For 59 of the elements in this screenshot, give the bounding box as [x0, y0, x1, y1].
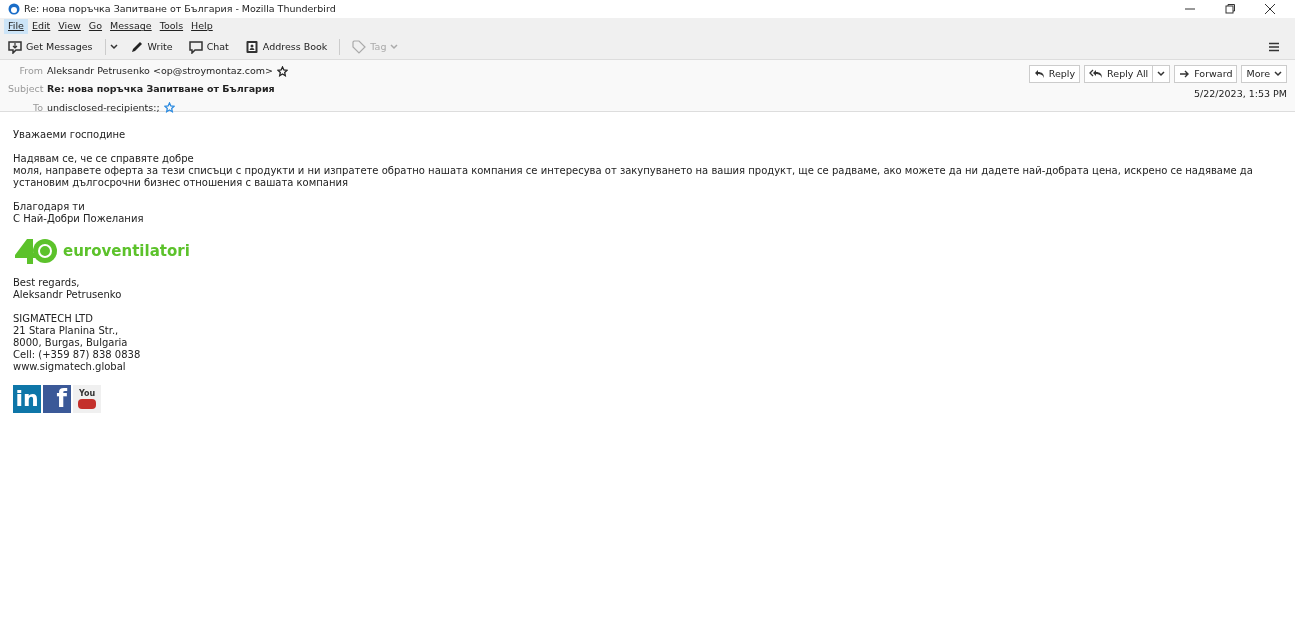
star-icon[interactable] [163, 102, 175, 114]
menu-item[interactable]: View [54, 19, 85, 34]
signature-text: 21 Stara Planina Str., [13, 325, 120, 337]
subject-text: Re: нова поръчка Запитване от България [47, 82, 275, 97]
caret-icon [1157, 71, 1166, 77]
menu-icon[interactable] [1269, 42, 1279, 52]
caret-icon [1274, 71, 1282, 77]
menu-item[interactable]: Help [187, 19, 217, 34]
message-text: моля, направете оферта за тези списъци с продукти и ни изпратете обратно нашата компания се интересува от закупуването на вашия продукт, ще се радваме, ако можете да ни дадете най-добрата цена, искрено се надяваме да установим дългосрочни бизнес отношения с вашата компания [13, 165, 1254, 189]
toolbar-button[interactable]: Write [125, 39, 177, 55]
signature-text: Aleksandr Petrusenko [13, 289, 123, 301]
reply-all-dropdown[interactable] [1153, 65, 1171, 83]
star-icon[interactable] [276, 65, 288, 77]
signature-text: Best regards, [13, 277, 81, 289]
caret-icon [390, 44, 399, 50]
menu-item[interactable]: Message [106, 19, 156, 34]
close-icon[interactable] [1265, 4, 1275, 14]
message-text: Уважаеми господине [13, 129, 127, 141]
field-label: From [18, 64, 43, 78]
tag-icon [352, 40, 367, 54]
field-label: Subject [8, 82, 43, 97]
field-label: To [32, 100, 43, 115]
message-text: С Най-Добри Пожелания [13, 213, 145, 225]
linkedin-logo[interactable]: in [13, 385, 41, 413]
signature-text: www.sigmatech.global [13, 361, 127, 373]
toolbar-button[interactable]: Get Messages [4, 39, 97, 55]
reply-arrow-icon [1033, 69, 1045, 79]
maximize-icon[interactable] [1225, 4, 1235, 14]
toolbar-button[interactable]: Chat [184, 39, 233, 55]
window-title: Re: нова поръчка Запитване от България - Mozilla Thunderbird [24, 1, 336, 16]
facebook-logo[interactable]: f [43, 385, 71, 413]
message-date: 5/22/2023, 1:53 PM [1193, 87, 1287, 101]
menu-item[interactable]: Tools [155, 19, 188, 34]
fan-logo-icon [13, 237, 59, 265]
reply-all-arrow-icon [1089, 69, 1104, 79]
forward-arrow-icon [1179, 69, 1191, 79]
download-bubble-icon [8, 40, 22, 54]
menu-item[interactable]: Edit [27, 19, 55, 34]
sender-address[interactable]: Aleksandr Petrusenko <op@stroymontaz.com> [47, 64, 273, 79]
signature-text: SIGMATECH LTD [13, 313, 94, 325]
pencil-icon [129, 40, 144, 54]
youtube-logo[interactable]: You [73, 385, 101, 413]
address-book-icon [244, 40, 259, 54]
header-action-button[interactable]: Reply All [1084, 65, 1154, 83]
message-text: Благодаря ти [13, 201, 86, 213]
toolbar-button[interactable]: Address Book [240, 39, 332, 55]
logo-text: euroventilatori [63, 245, 190, 257]
menu-item[interactable]: Go [84, 19, 107, 34]
message-text: Надявам се, че се справяте добре [13, 153, 195, 165]
signature-text: 8000, Burgas, Bulgaria [13, 337, 129, 349]
header-action-button[interactable]: More [1241, 65, 1287, 83]
caret-icon [109, 44, 118, 50]
app-logo-icon [8, 3, 20, 15]
recipient-text[interactable]: undisclosed-recipients:; [47, 100, 160, 115]
chat-bubble-icon [188, 40, 203, 54]
signature-text: Cell: (+359 87) 838 0838 [13, 349, 142, 361]
header-action-button[interactable]: Reply [1028, 65, 1081, 83]
menu-item[interactable]: File [4, 19, 28, 34]
header-action-button[interactable]: Forward [1174, 65, 1238, 83]
